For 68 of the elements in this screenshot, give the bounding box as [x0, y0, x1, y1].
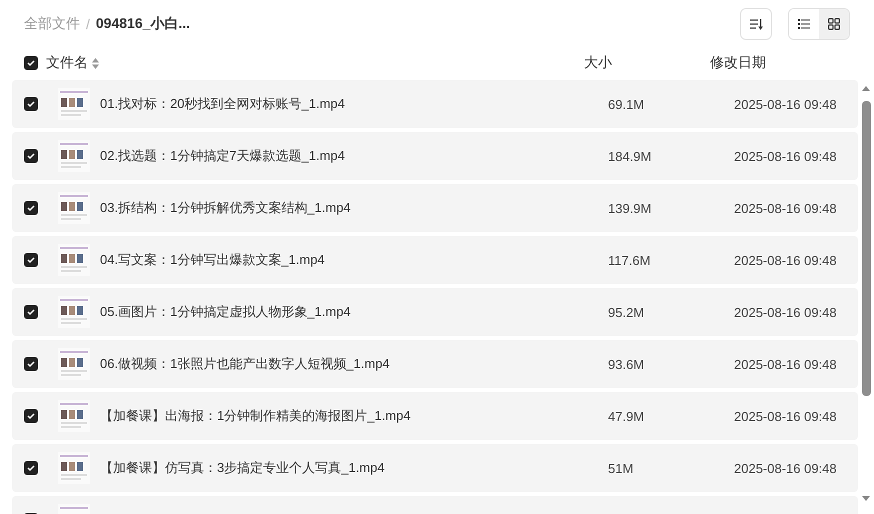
file-row[interactable]: 01.找对标：20秒找到全网对标账号_1.mp4 69.1M 2025-08-16 09:48 — [12, 80, 858, 128]
file-size: 95.2M — [608, 304, 646, 320]
file-name: 04.写文案：1分钟写出爆款文案_1.mp4 — [100, 251, 326, 269]
check-icon — [27, 308, 35, 316]
video-thumbnail — [58, 244, 90, 276]
file-row[interactable]: 04.写文案：1分钟写出爆款文案_1.mp4 117.6M 2025-08-16 09:48 — [12, 236, 858, 284]
modified-date: 2025-08-16 09:48 — [734, 96, 838, 112]
modified-date: 2025-08-16 09:48 — [734, 356, 838, 372]
video-thumbnail — [58, 400, 90, 432]
video-thumbnail — [58, 452, 90, 484]
file-row[interactable]: 【加餐课】仿写真：3步搞定专业个人写真_1.mp4 51M 2025-08-16 09:48 — [12, 444, 858, 492]
file-name: 05.画图片：1分钟搞定虚拟人物形象_1.mp4 — [100, 303, 352, 321]
checkbox[interactable] — [24, 409, 38, 423]
modified-date: 2025-08-16 09:48 — [734, 200, 838, 216]
file-name: 【加餐课】出海报：1分钟制作精美的海报图片_1.mp4 — [100, 407, 412, 425]
file-row[interactable]: 06.做视频：1张照片也能产出数字人短视频_1.mp4 93.6M 2025-08-16 09:48 — [12, 340, 858, 388]
file-name: 06.做视频：1张照片也能产出数字人短视频_1.mp4 — [100, 355, 391, 373]
view-toggle[interactable] — [819, 9, 849, 39]
checkbox[interactable] — [24, 253, 38, 267]
checkbox[interactable] — [24, 461, 38, 475]
file-size: 69.1M — [608, 96, 646, 112]
check-icon — [27, 464, 35, 472]
checkbox[interactable] — [24, 305, 38, 319]
file-size: 117.6M — [608, 252, 652, 268]
breadcrumb-current: 094816_小白... — [96, 15, 190, 33]
file-name: 03.拆结构：1分钟拆解优秀文案结构_1.mp4 — [100, 199, 352, 217]
checkbox[interactable] — [24, 97, 38, 111]
check-icon — [27, 412, 35, 420]
checkbox[interactable] — [24, 201, 38, 215]
file-size: 139.9M — [608, 200, 652, 216]
file-size: 184.9M — [608, 148, 652, 164]
modified-date: 2025-08-16 09:48 — [734, 304, 838, 320]
column-header[interactable]: 文件名 — [46, 54, 88, 72]
grid-icon — [828, 18, 840, 30]
checkbox[interactable] — [24, 56, 38, 70]
file-size: 47.9M — [608, 408, 646, 424]
check-icon — [27, 256, 35, 264]
video-thumbnail — [58, 192, 90, 224]
video-thumbnail — [58, 140, 90, 172]
list-icon — [798, 19, 810, 29]
modified-date: 2025-08-16 09:48 — [734, 460, 838, 476]
checkbox[interactable] — [24, 357, 38, 371]
file-size: 93.6M — [608, 356, 646, 372]
file-row[interactable]: 02.找选题：1分钟搞定7天爆款选题_1.mp4 184.9M 2025-08-16 09:48 — [12, 132, 858, 180]
check-icon — [27, 360, 35, 368]
file-name: 【加餐课】仿写真：3步搞定专业个人写真_1.mp4 — [100, 459, 386, 477]
video-thumbnail — [58, 88, 90, 120]
file-name: 01.找对标：20秒找到全网对标账号_1.mp4 — [100, 95, 346, 113]
column-header: 修改日期 — [710, 54, 767, 72]
video-thumbnail — [58, 296, 90, 328]
file-name: 02.找选题：1分钟搞定7天爆款选题_1.mp4 — [100, 147, 346, 165]
modified-date: 2025-08-16 09:48 — [734, 252, 838, 268]
check-icon — [27, 59, 35, 67]
video-thumbnail — [58, 348, 90, 380]
modified-date: 2025-08-16 09:48 — [734, 408, 838, 424]
file-row[interactable]: 05.画图片：1分钟搞定虚拟人物形象_1.mp4 95.2M 2025-08-16 09:48 — [12, 288, 858, 336]
check-icon — [27, 100, 35, 108]
breadcrumb-separator: / — [86, 16, 90, 32]
sort-icon — [750, 18, 762, 30]
check-icon — [27, 152, 35, 160]
checkbox[interactable] — [24, 149, 38, 163]
modified-date: 2025-08-16 09:48 — [734, 148, 838, 164]
check-icon — [27, 204, 35, 212]
column-header: 大小 — [584, 54, 613, 72]
file-row[interactable]: 03.拆结构：1分钟拆解优秀文案结构_1.mp4 139.9M 2025-08-16 09:48 — [12, 184, 858, 232]
file-size: 51M — [608, 460, 634, 476]
file-row[interactable]: 【加餐课】出海报：1分钟制作精美的海报图片_1.mp4 47.9M 2025-08-16 09:48 — [12, 392, 858, 440]
sort-button[interactable] — [740, 8, 772, 40]
